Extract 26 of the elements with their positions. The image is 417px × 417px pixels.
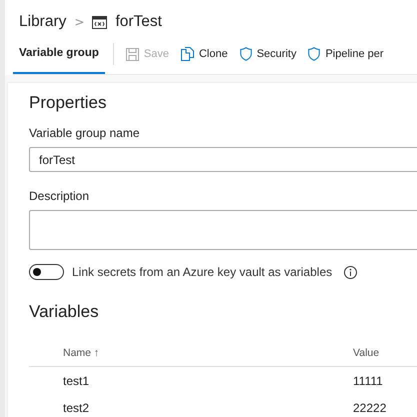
- name-input-field[interactable]: forTest: [29, 147, 417, 172]
- toolbar-button[interactable]: Clone: [174, 47, 234, 61]
- save-icon: [126, 48, 139, 60]
- page-title: forTest: [115, 13, 162, 31]
- table-cell-text: 11111: [353, 374, 384, 388]
- table-cell-text: test2: [63, 400, 90, 414]
- description-field[interactable]: [29, 210, 417, 250]
- breadcrumb-link[interactable]: Library: [19, 13, 66, 31]
- section-heading: Properties: [29, 93, 108, 113]
- shield-icon: [240, 47, 252, 61]
- variable-group-icon: [92, 16, 108, 28]
- field-label: Description: [29, 189, 90, 203]
- toolbar-button[interactable]: Security: [234, 47, 302, 61]
- section-heading: Variables: [29, 302, 100, 322]
- column-header[interactable]: Name ↑: [63, 347, 353, 359]
- toggle-label: Link secrets from an Azure key vault as variables: [72, 265, 332, 279]
- breadcrumb-separator: >: [74, 15, 84, 29]
- table-cell-text: test1: [63, 374, 90, 388]
- toggle-switch[interactable]: [29, 264, 64, 280]
- copy-icon: [180, 47, 194, 61]
- info-icon[interactable]: [344, 266, 358, 278]
- field-label: Variable group name: [29, 126, 141, 140]
- shield-icon: [308, 47, 320, 61]
- table-cell-text: 22222: [353, 400, 388, 414]
- toolbar-button[interactable]: Pipeline per: [302, 47, 390, 61]
- column-header[interactable]: Value: [353, 347, 413, 359]
